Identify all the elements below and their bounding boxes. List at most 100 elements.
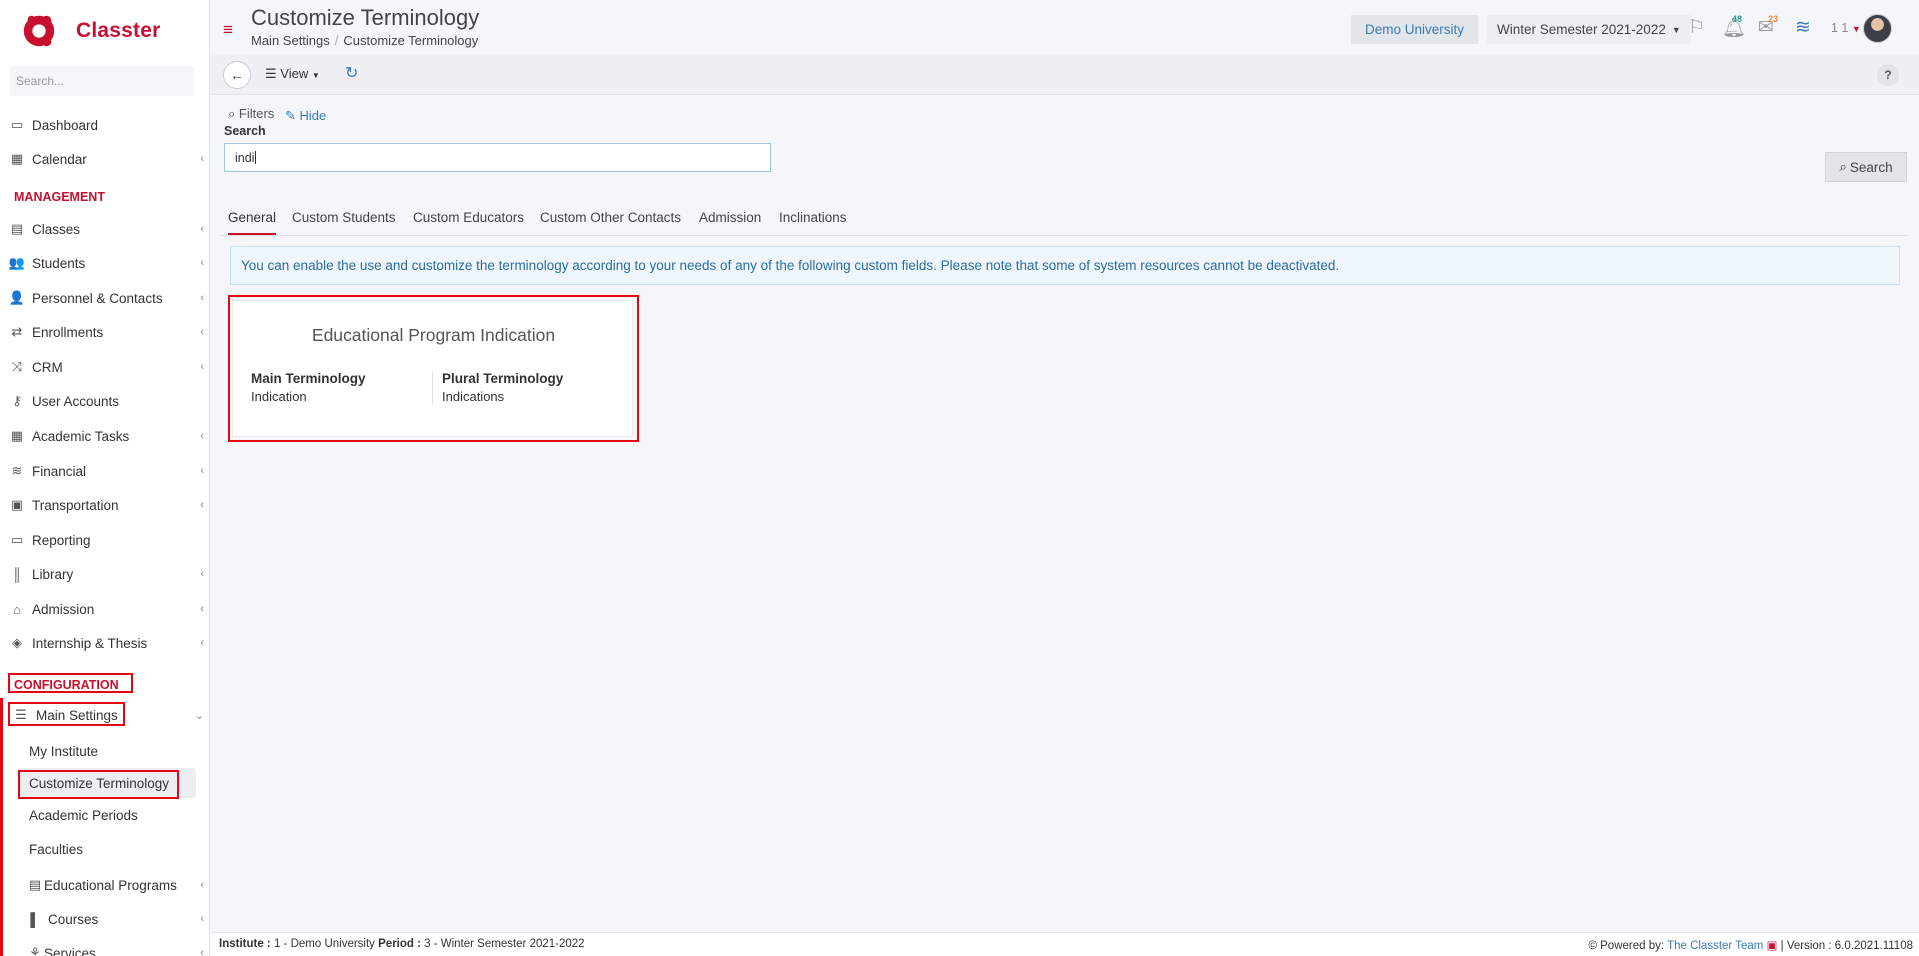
app-name: Classter bbox=[76, 19, 161, 42]
highlight-main-settings bbox=[8, 702, 125, 726]
classes-icon: ▤ bbox=[10, 221, 24, 236]
sidebar-subitem-faculties[interactable]: Faculties bbox=[29, 834, 207, 864]
search-input[interactable]: indi bbox=[224, 143, 771, 172]
caret-down-icon: ▼ bbox=[311, 71, 320, 80]
sidebar-item-label: User Accounts bbox=[32, 393, 120, 409]
sidebar-item-academic-tasks[interactable]: ▦ Academic Tasks ‹ bbox=[0, 419, 209, 453]
sidebar-subitem-label: Academic Periods bbox=[29, 807, 138, 823]
sidebar-item-label: CRM bbox=[32, 359, 63, 375]
sidebar-item-label: Enrollments bbox=[32, 324, 104, 340]
footer: Institute : 1 - Demo University Period :… bbox=[211, 932, 1919, 956]
sidebar-item-label: Transportation bbox=[32, 497, 119, 513]
laptop-icon: ▭ bbox=[10, 117, 24, 132]
notifications-badge: 48 bbox=[1732, 14, 1743, 24]
chevron-left-icon: ‹ bbox=[200, 153, 204, 165]
sidebar-item-personnel[interactable]: 👤 Personnel & Contacts ‹ bbox=[0, 281, 209, 315]
layers-icon[interactable]: ≋ bbox=[1795, 16, 1811, 39]
sidebar-item-label: Internship & Thesis bbox=[32, 635, 148, 651]
classter-team-link[interactable]: The Classter Team bbox=[1667, 940, 1763, 952]
management-heading: MANAGEMENT bbox=[14, 190, 105, 204]
sidebar-item-classes[interactable]: ▤ Classes ‹ bbox=[0, 212, 209, 246]
sidebar-item-library[interactable]: ║ Library ‹ bbox=[0, 557, 209, 591]
tab-general[interactable]: General bbox=[228, 210, 277, 235]
sidebar-item-students[interactable]: 👥 Students ‹ bbox=[0, 246, 209, 280]
sidebar-subitem-educational-programs[interactable]: ▤ Educational Programs ‹ bbox=[18, 868, 209, 902]
sidebar-item-calendar[interactable]: ▦ Calendar ‹ bbox=[0, 142, 209, 176]
sidebar-item-transportation[interactable]: ▣ Transportation ‹ bbox=[0, 488, 209, 522]
avatar[interactable] bbox=[1863, 14, 1892, 43]
sidebar-item-financial[interactable]: ≋ Financial ‹ bbox=[0, 454, 209, 488]
chevron-left-icon: ‹ bbox=[200, 637, 204, 649]
chevron-left-icon: ‹ bbox=[200, 326, 204, 338]
tab-custom-other-contacts[interactable]: Custom Other Contacts bbox=[540, 210, 681, 233]
back-button[interactable]: ← bbox=[223, 61, 251, 89]
cube-icon: ◈ bbox=[12, 635, 22, 650]
search-field-label: Search bbox=[224, 124, 266, 138]
tab-custom-students[interactable]: Custom Students bbox=[292, 210, 396, 233]
chevron-left-icon: ‹ bbox=[200, 568, 204, 580]
view-button[interactable]: ☰ View ▼ bbox=[265, 66, 320, 82]
tab-custom-educators[interactable]: Custom Educators bbox=[413, 210, 524, 233]
menu-toggle-icon[interactable]: ≡ bbox=[223, 20, 233, 40]
sidebar-search-input[interactable]: Search... bbox=[10, 66, 194, 96]
sidebar-subitem-services[interactable]: ⚘ Services ‹ bbox=[18, 936, 209, 956]
sidebar-subitem-label: My Institute bbox=[29, 743, 99, 759]
sidebar-item-enrollments[interactable]: ⇄ Enrollments ‹ bbox=[0, 315, 209, 349]
toolbar: ← ☰ View ▼ ↻ ? bbox=[211, 55, 1919, 95]
chevron-left-icon: ‹ bbox=[200, 499, 204, 511]
sidebar-subitem-academic-periods[interactable]: Academic Periods bbox=[29, 800, 207, 830]
bus-icon: ▣ bbox=[10, 497, 24, 512]
calendar-icon: ▦ bbox=[10, 151, 24, 166]
sidebar-item-user-accounts[interactable]: ⚷ User Accounts bbox=[0, 384, 209, 418]
messages-badge: 23 bbox=[1768, 14, 1779, 24]
breadcrumb-item[interactable]: Main Settings bbox=[251, 33, 330, 48]
sidebar-subitem-courses[interactable]: ▌ Courses ‹ bbox=[18, 902, 209, 936]
chevron-left-icon: ‹ bbox=[200, 361, 204, 373]
students-icon: 👥 bbox=[8, 255, 26, 270]
filters-toggle[interactable]: ⌕ Filters bbox=[228, 106, 274, 122]
sidebar-item-dashboard[interactable]: ▭ Dashboard bbox=[0, 108, 209, 142]
search-button-label: Search bbox=[1849, 159, 1893, 175]
books-icon: ║ bbox=[12, 566, 22, 582]
footer-context: Institute : 1 - Demo University Period :… bbox=[219, 938, 585, 950]
sidebar-item-label: Academic Tasks bbox=[32, 428, 130, 444]
footer-credits: © Powered by: The Classter Team ▣ | Vers… bbox=[1588, 940, 1913, 952]
classter-logo-icon bbox=[23, 15, 55, 47]
search-icon: ⌕ bbox=[228, 106, 236, 121]
sidebar-subitem-my-institute[interactable]: My Institute bbox=[29, 736, 207, 766]
programs-icon: ▤ bbox=[28, 877, 42, 892]
semester-label: Winter Semester 2021-2022 bbox=[1497, 22, 1666, 37]
sidebar-subitem-label: Educational Programs bbox=[44, 877, 177, 893]
version-text: | Version : 6.0.2021.11108 bbox=[1780, 940, 1913, 952]
chevron-left-icon: ‹ bbox=[200, 292, 204, 304]
tab-admission[interactable]: Admission bbox=[699, 210, 761, 233]
sidebar-item-crm[interactable]: ⤨ CRM ‹ bbox=[0, 350, 209, 384]
app-logo[interactable]: Classter bbox=[0, 0, 209, 62]
breadcrumb-item: Customize Terminology bbox=[343, 33, 479, 48]
institution-button[interactable]: Demo University bbox=[1351, 15, 1479, 44]
grid-icon: ▦ bbox=[10, 428, 24, 443]
search-icon: ⌕ bbox=[1839, 159, 1847, 174]
exchange-icon: ⇄ bbox=[11, 324, 23, 339]
pin-icon: ✎ bbox=[285, 108, 296, 123]
semester-dropdown[interactable]: Winter Semester 2021-2022 ▼ bbox=[1487, 15, 1691, 44]
refresh-icon[interactable]: ↻ bbox=[345, 63, 358, 83]
list-icon: ☰ bbox=[265, 66, 277, 81]
chevron-down-icon: ⌄ bbox=[194, 709, 204, 722]
active-section-indicator bbox=[0, 698, 3, 956]
sidebar: Classter Search... ▭ Dashboard ▦ Calenda… bbox=[0, 0, 210, 956]
chevron-left-icon: ‹ bbox=[200, 879, 204, 891]
hide-filters-link[interactable]: ✎ Hide bbox=[285, 108, 326, 124]
help-button[interactable]: ? bbox=[1877, 64, 1899, 86]
breadcrumb: Main Settings / Customize Terminology bbox=[251, 33, 479, 48]
personnel-icon: 👤 bbox=[8, 290, 26, 305]
tab-inclinations[interactable]: Inclinations bbox=[779, 210, 847, 233]
sidebar-item-reporting[interactable]: ▭ Reporting bbox=[0, 523, 209, 557]
institution-icon: ⌂ bbox=[13, 601, 21, 617]
flag-icon[interactable]: ⚐ bbox=[1688, 16, 1705, 39]
sidebar-item-admission[interactable]: ⌂ Admission ‹ bbox=[0, 592, 209, 626]
search-button[interactable]: ⌕ Search bbox=[1825, 152, 1907, 182]
sidebar-item-internship[interactable]: ◈ Internship & Thesis ‹ bbox=[0, 626, 209, 660]
book-icon: ▌ bbox=[30, 911, 40, 927]
user-menu-label[interactable]: 1 1 ▼ bbox=[1831, 21, 1861, 35]
